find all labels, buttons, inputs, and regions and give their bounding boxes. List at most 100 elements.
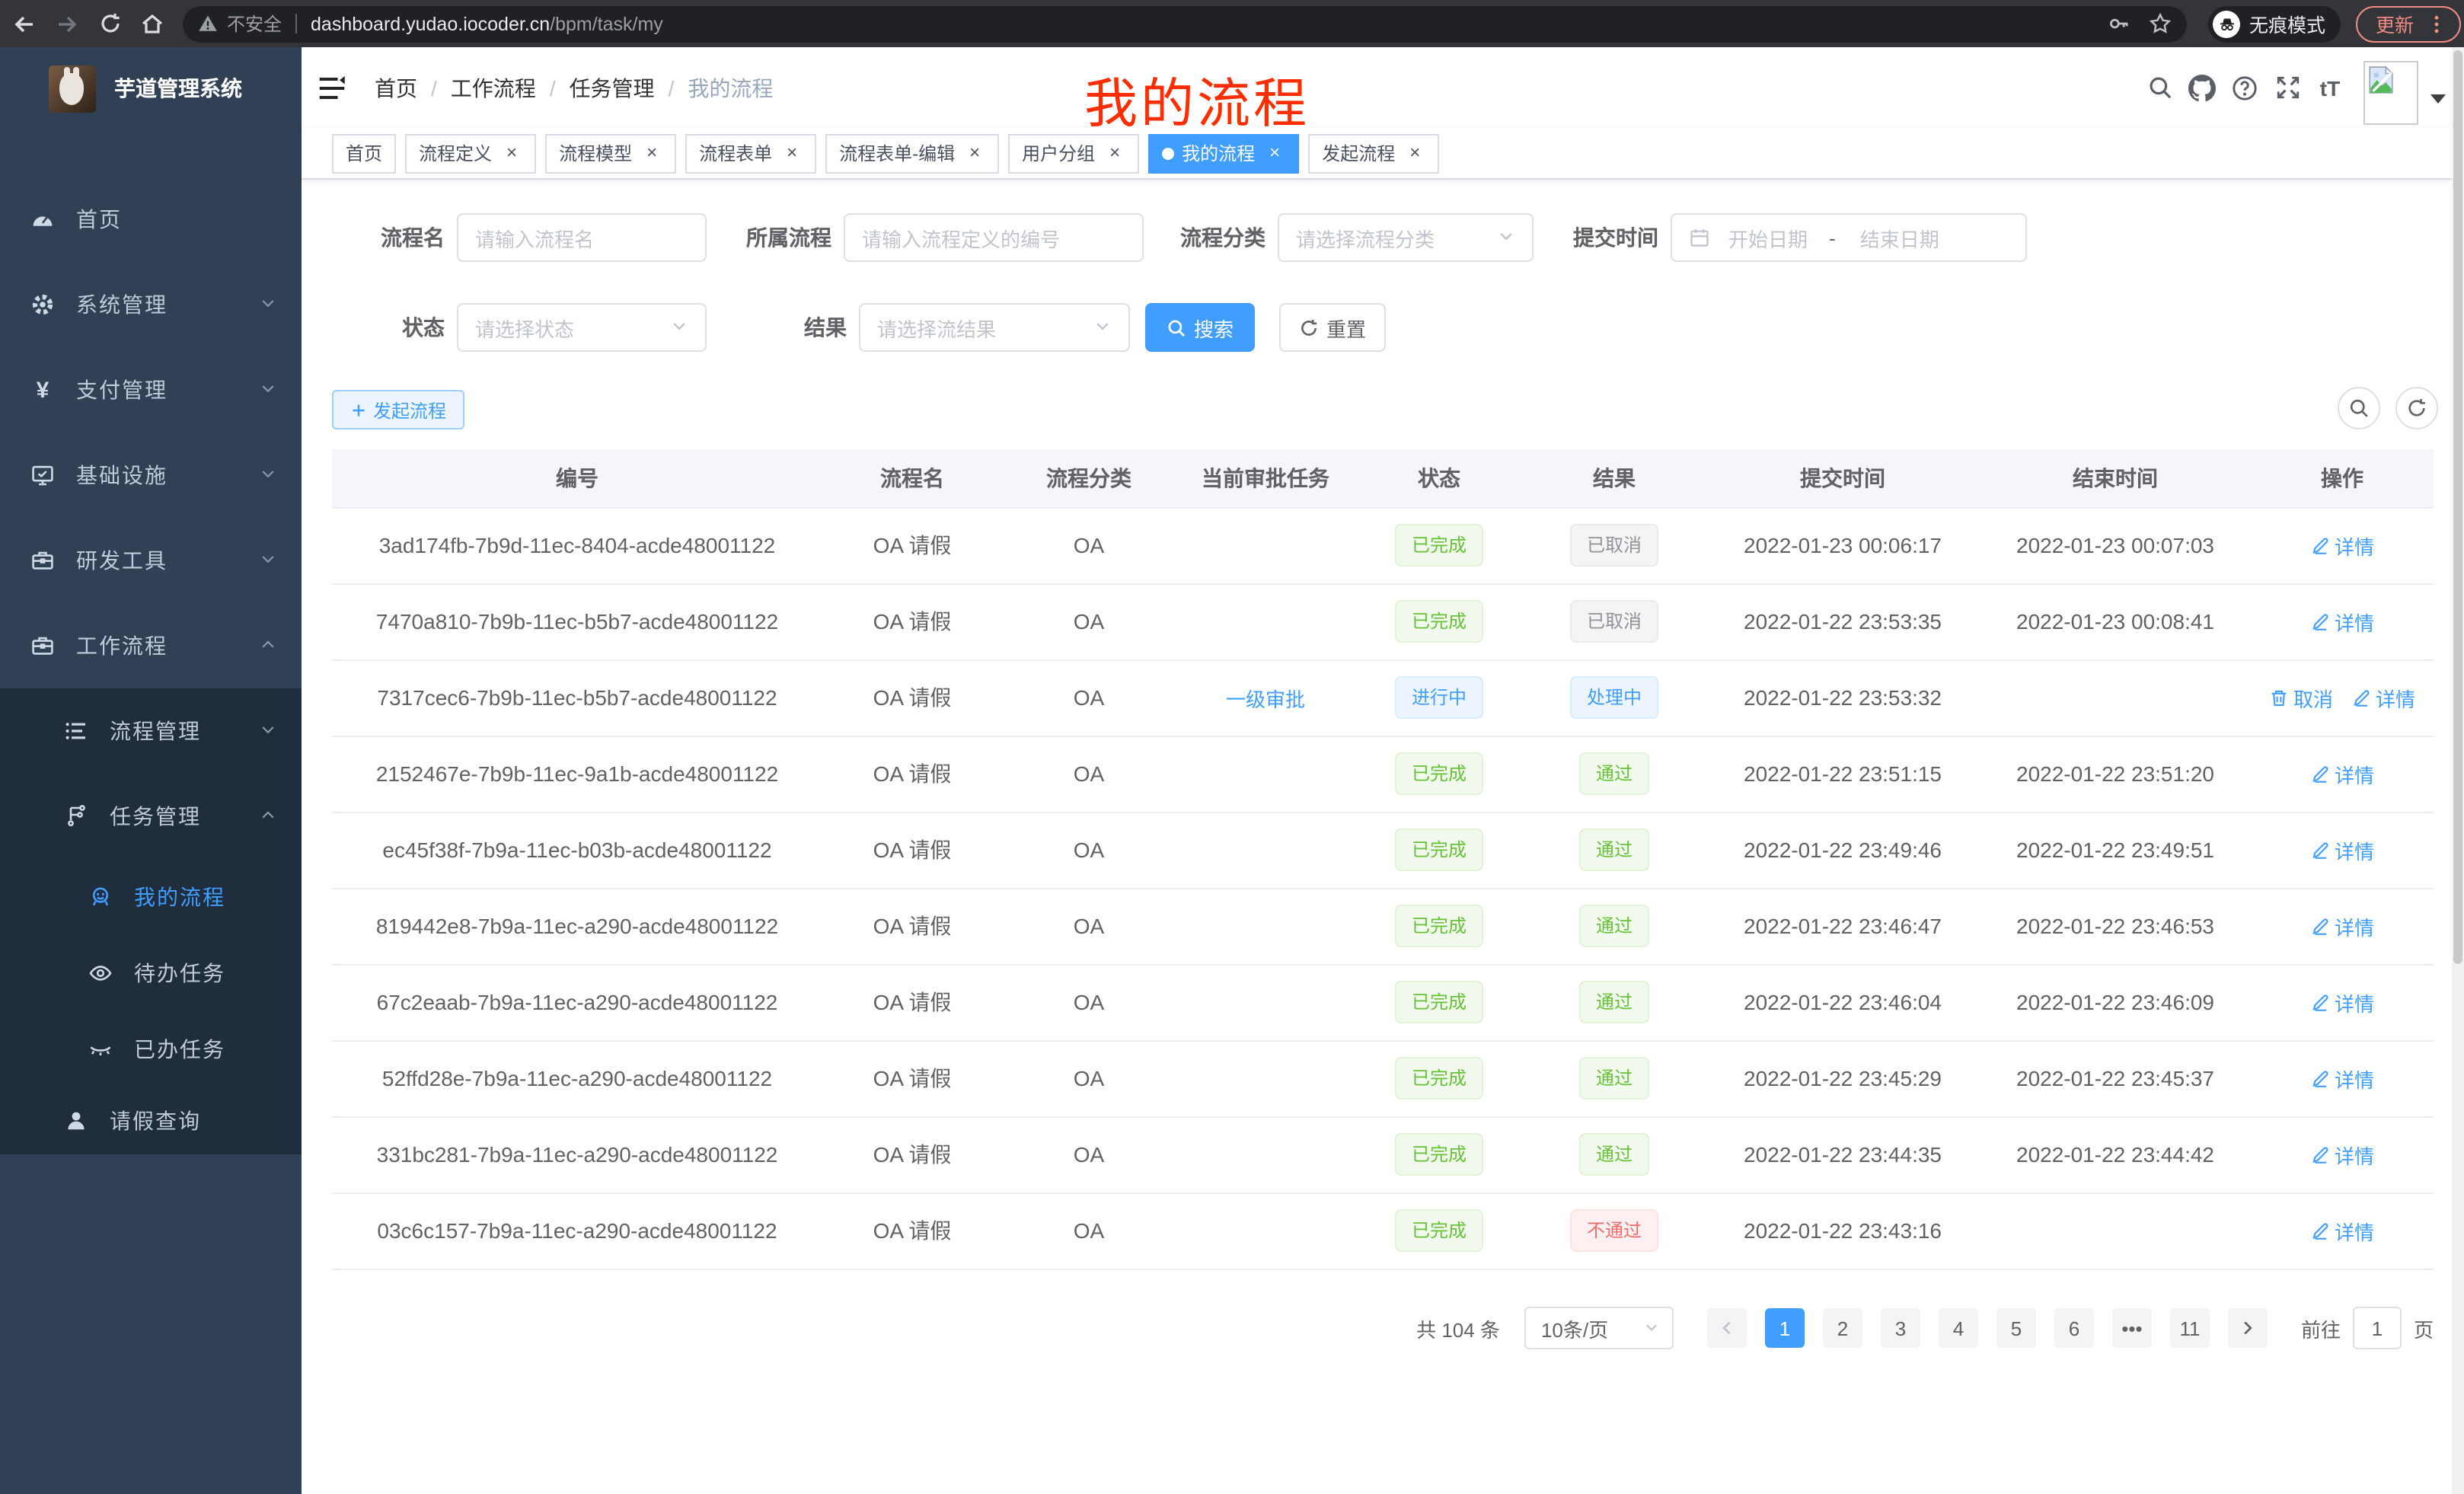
close-icon[interactable]: ×	[501, 142, 522, 164]
close-icon[interactable]: ×	[1264, 142, 1285, 164]
sidebar-item-请假查询[interactable]: 请假查询	[0, 1087, 302, 1154]
app-logo[interactable]: 芋道管理系统	[0, 47, 302, 129]
sidebar-item-已办任务[interactable]: 已办任务	[0, 1011, 302, 1087]
table-search-toggle-button[interactable]	[2338, 387, 2380, 429]
tab-流程模型[interactable]: 流程模型×	[545, 133, 676, 173]
tab-我的流程[interactable]: 我的流程×	[1148, 133, 1299, 173]
detail-link[interactable]: 详情	[2310, 835, 2374, 864]
detail-link[interactable]: 详情	[2310, 1140, 2374, 1169]
cell-current-task	[1176, 888, 1355, 964]
submit-time-range[interactable]: 开始日期 - 结束日期	[1671, 213, 2027, 262]
browser-home-button[interactable]	[134, 5, 171, 42]
sidebar-item-研发工具[interactable]: 研发工具	[0, 518, 302, 603]
page-size-select[interactable]: 10条/页	[1524, 1307, 1674, 1349]
page-button-5[interactable]: 5	[1996, 1308, 2036, 1348]
detail-link[interactable]: 详情	[2310, 1064, 2374, 1093]
page-button-4[interactable]: 4	[1939, 1308, 1978, 1348]
sidebar-item-任务管理[interactable]: 任务管理	[0, 774, 302, 859]
column-header: 提交时间	[1706, 449, 1980, 507]
tab-首页[interactable]: 首页	[332, 133, 396, 173]
category-label: 流程分类	[1144, 222, 1266, 253]
chevron-down-icon	[670, 316, 688, 339]
cell-name: OA 请假	[822, 812, 1002, 888]
sidebar-item-系统管理[interactable]: 系统管理	[0, 262, 302, 347]
page-button-6[interactable]: 6	[2054, 1308, 2094, 1348]
close-icon[interactable]: ×	[1404, 142, 1425, 164]
browser-forward-button[interactable]	[49, 5, 85, 42]
browser-update-button[interactable]: 更新	[2356, 5, 2461, 42]
create-process-button[interactable]: 发起流程	[332, 390, 464, 429]
page-button-11[interactable]: 11	[2170, 1308, 2210, 1348]
process-name-input[interactable]: 请输入流程名	[457, 213, 707, 262]
warning-icon	[198, 14, 218, 34]
reset-button[interactable]: 重置	[1279, 303, 1386, 352]
sidebar-item-流程管理[interactable]: 流程管理	[0, 688, 302, 774]
category-select[interactable]: 请选择流程分类	[1278, 213, 1534, 262]
update-label: 更新	[2376, 9, 2414, 38]
sidebar-item-支付管理[interactable]: ¥ 支付管理	[0, 347, 302, 433]
prev-page-button[interactable]	[1707, 1308, 1747, 1348]
page-button-1[interactable]: 1	[1765, 1308, 1805, 1348]
more-pages-button[interactable]: •••	[2112, 1308, 2152, 1348]
breadcrumb-item[interactable]: 工作流程	[451, 72, 536, 103]
cell-current-task	[1176, 1116, 1355, 1192]
close-icon[interactable]: ×	[1104, 142, 1125, 164]
cell-current-task	[1176, 1040, 1355, 1116]
sidebar-collapse-icon[interactable]	[317, 72, 347, 103]
sidebar-item-工作流程[interactable]: 工作流程	[0, 603, 302, 688]
scrollbar-thumb[interactable]	[2453, 50, 2462, 964]
breadcrumb-item[interactable]: 任务管理	[570, 72, 655, 103]
fullscreen-icon[interactable]	[2266, 47, 2309, 128]
bookmark-star-icon[interactable]	[2149, 12, 2172, 35]
tab-流程定义[interactable]: 流程定义×	[405, 133, 536, 173]
close-icon[interactable]: ×	[964, 142, 985, 164]
goto-page-input[interactable]	[2353, 1307, 2402, 1349]
sidebar-item-首页[interactable]: 首页	[0, 177, 302, 262]
page-button-2[interactable]: 2	[1823, 1308, 1862, 1348]
sidebar-item-我的流程[interactable]: 我的流程	[0, 859, 302, 935]
tab-发起流程[interactable]: 发起流程×	[1308, 133, 1439, 173]
key-icon[interactable]	[2108, 12, 2130, 35]
detail-link[interactable]: 详情	[2310, 759, 2374, 788]
tab-流程表单-编辑[interactable]: 流程表单-编辑×	[825, 133, 999, 173]
table-row: 331bc281-7b9a-11ec-a290-acde48001122OA 请…	[332, 1116, 2434, 1192]
detail-link[interactable]: 详情	[2310, 911, 2374, 940]
chevron-down-icon	[259, 548, 277, 573]
definition-input[interactable]: 请输入流程定义的编号	[844, 213, 1144, 262]
address-bar[interactable]: 不安全 dashboard.yudao.iocoder.cn/bpm/task/…	[183, 5, 2187, 42]
detail-link[interactable]: 详情	[2310, 531, 2374, 560]
cancel-link[interactable]: 取消	[2269, 683, 2333, 712]
breadcrumb-item[interactable]: 首页	[375, 72, 417, 103]
tab-用户分组[interactable]: 用户分组×	[1008, 133, 1139, 173]
close-icon[interactable]: ×	[641, 142, 662, 164]
search-button[interactable]: 搜索	[1145, 303, 1255, 352]
detail-link[interactable]: 详情	[2310, 988, 2374, 1017]
browser-back-button[interactable]	[6, 5, 43, 42]
cell-current-task[interactable]: 一级审批	[1176, 659, 1355, 736]
detail-link[interactable]: 详情	[2310, 607, 2374, 636]
result-select[interactable]: 请选择流结果	[859, 303, 1130, 352]
detail-link[interactable]: 详情	[2351, 683, 2415, 712]
sidebar-item-待办任务[interactable]: 待办任务	[0, 935, 302, 1011]
tab-流程表单[interactable]: 流程表单×	[685, 133, 816, 173]
detail-link[interactable]: 详情	[2310, 1216, 2374, 1245]
status-select[interactable]: 请选择状态	[457, 303, 707, 352]
sidebar-item-基础设施[interactable]: 基础设施	[0, 433, 302, 518]
search-icon[interactable]	[2138, 47, 2181, 128]
avatar-caret-icon[interactable]	[2430, 94, 2446, 103]
browser-menu-icon[interactable]	[2426, 13, 2447, 34]
table-refresh-button[interactable]	[2395, 387, 2438, 429]
page-button-3[interactable]: 3	[1881, 1308, 1920, 1348]
page-scrollbar[interactable]	[2452, 47, 2464, 1494]
fontsize-icon[interactable]: tT	[2309, 47, 2351, 128]
table-row: 2152467e-7b9b-11ec-9a1b-acde48001122OA 请…	[332, 736, 2434, 812]
task-link[interactable]: 一级审批	[1226, 683, 1305, 712]
column-header: 结果	[1523, 449, 1706, 507]
help-icon[interactable]	[2223, 47, 2266, 128]
avatar[interactable]	[2363, 60, 2418, 124]
github-icon[interactable]	[2181, 47, 2223, 128]
browser-reload-button[interactable]	[91, 5, 128, 42]
next-page-button[interactable]	[2228, 1308, 2268, 1348]
close-icon[interactable]: ×	[781, 142, 803, 164]
yen-icon: ¥	[30, 378, 55, 402]
